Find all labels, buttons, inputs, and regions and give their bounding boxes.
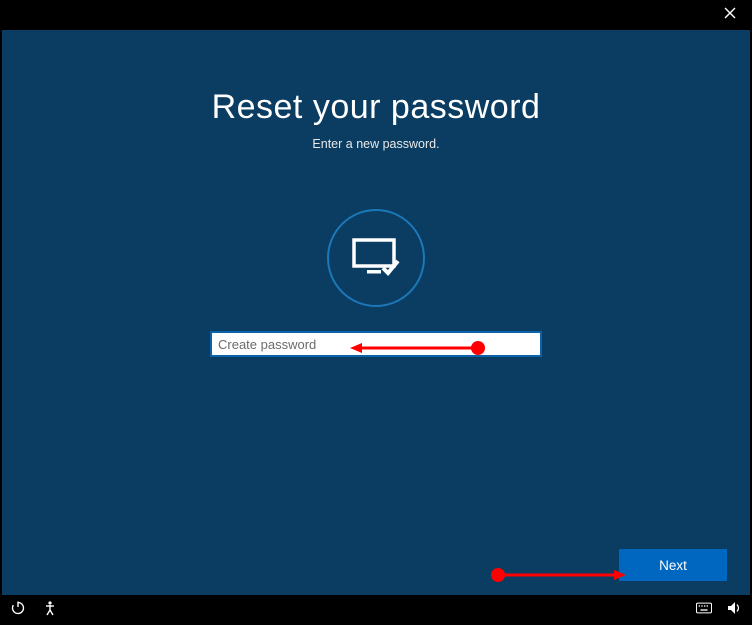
page-title: Reset your password [2,88,750,127]
bottom-taskbar [0,595,752,625]
power-icon[interactable] [10,600,26,621]
close-icon [724,7,736,19]
main-panel: Reset your password Enter a new password… [2,30,750,595]
title-bar [0,0,752,30]
device-icon-circle [327,209,425,307]
password-input-row [210,331,542,357]
create-password-input[interactable] [210,331,542,357]
volume-icon[interactable] [726,600,742,621]
next-button[interactable]: Next [619,549,727,581]
page-subtitle: Enter a new password. [2,137,750,151]
monitor-check-icon [352,238,400,278]
close-button[interactable] [720,6,740,24]
keyboard-icon[interactable] [696,600,712,621]
ease-of-access-icon[interactable] [42,600,58,621]
